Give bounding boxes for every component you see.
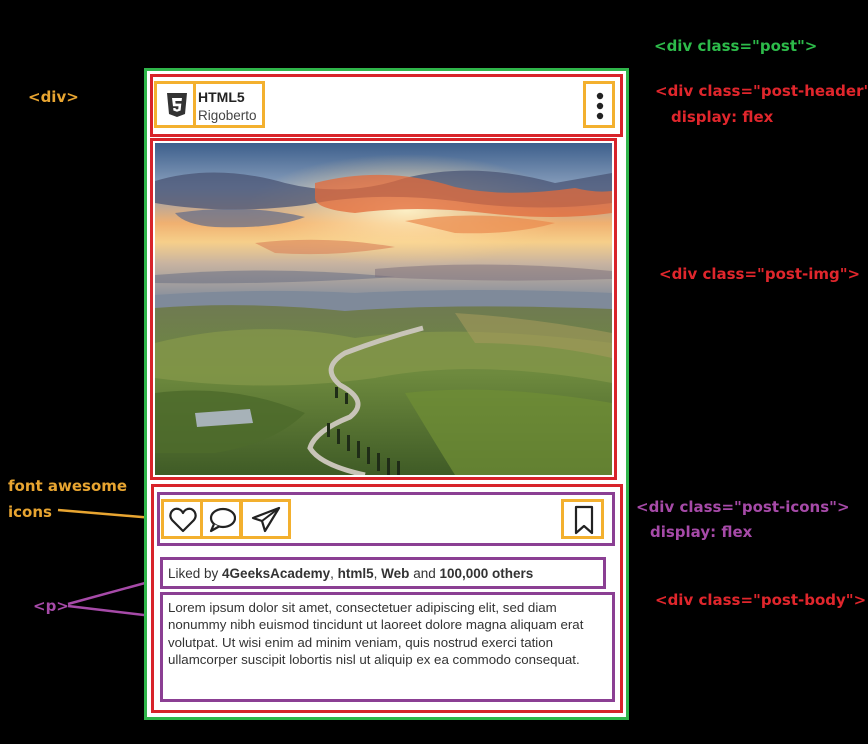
paper-plane-icon: [251, 506, 281, 534]
bookmark-icon: [574, 505, 594, 535]
landscape-photo: [155, 143, 612, 475]
vertical-dots-icon: [596, 92, 604, 120]
comment-icon: [208, 507, 236, 533]
likes-sep-1: ,: [330, 566, 338, 581]
header-subtitle: Rigoberto: [198, 108, 257, 123]
liked-user-1[interactable]: 4GeeksAcademy: [222, 566, 330, 581]
bookmark-button[interactable]: [561, 499, 604, 539]
body-paragraph: Lorem ipsum dolor sit amet, consectetuer…: [160, 592, 615, 702]
likes-paragraph: Liked by 4GeeksAcademy, html5, Web and 1…: [160, 557, 606, 589]
body-text: Lorem ipsum dolor sit amet, consectetuer…: [168, 600, 584, 668]
likes-and: and: [409, 566, 440, 581]
like-button[interactable]: [161, 499, 203, 539]
likes-prefix: Liked by: [168, 566, 223, 581]
liked-user-2[interactable]: html5: [338, 566, 374, 581]
liked-user-3[interactable]: Web: [381, 566, 409, 581]
heart-icon: [169, 507, 197, 533]
comment-button[interactable]: [200, 499, 242, 539]
header-text-box: HTML5 Rigoberto: [193, 81, 265, 128]
share-button[interactable]: [240, 499, 291, 539]
menu-button[interactable]: [583, 81, 615, 128]
likes-text: Liked by 4GeeksAcademy, html5, Web and 1…: [168, 566, 533, 581]
header-title: HTML5: [198, 89, 245, 105]
liked-others[interactable]: 100,000 others: [439, 566, 533, 581]
post-img: [150, 138, 617, 480]
html5-icon: [166, 93, 188, 118]
